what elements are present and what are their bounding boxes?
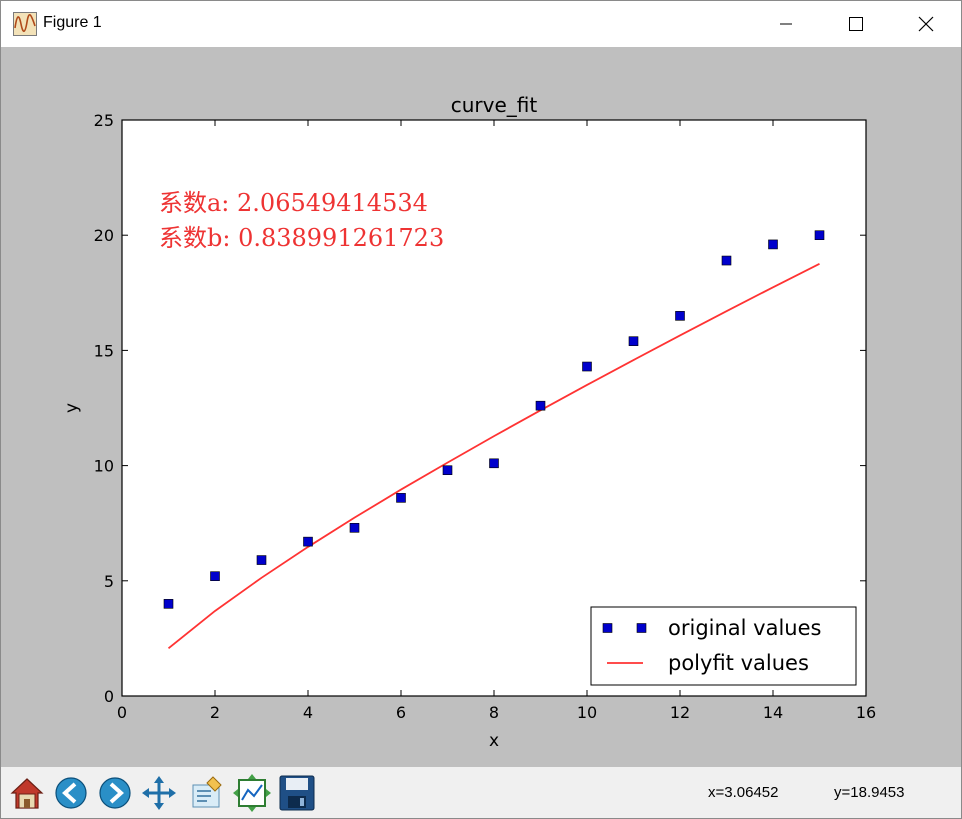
x-tick-label: 4: [303, 703, 313, 722]
data-point: [768, 239, 778, 250]
minimize-icon: [780, 23, 792, 25]
data-point: [582, 361, 592, 372]
home-icon: [10, 778, 44, 809]
figure-window: Figure 1 0 2 4 6 8 10 12 14 16 0 5 10 15 20 25 curve_fi…: [0, 0, 962, 819]
data-point: [814, 230, 825, 240]
plot-svg[interactable]: 0 2 4 6 8 10 12 14 16 0 5 10 15 20 25 curve_fitx y 系数a: 2…: [1, 47, 961, 767]
x-tick-label: 2: [210, 703, 220, 722]
data-point: [396, 493, 406, 503]
maximize-button[interactable]: [821, 1, 891, 47]
y-tick-label: 15: [94, 341, 114, 360]
legend-marker: [636, 623, 647, 633]
legend-label: polyfit values: [668, 651, 809, 675]
forward-button[interactable]: [95, 772, 135, 814]
data-point: [256, 555, 267, 565]
save-button[interactable]: [277, 772, 317, 814]
y-axis-label: y: [62, 403, 82, 413]
coefficient-annotation: 系数a: 2.06549414534: [159, 189, 428, 217]
data-point: [489, 458, 499, 469]
x-tick-label: 14: [763, 703, 783, 722]
coefficient-annotation: 系数b: 0.838991261723: [159, 224, 444, 252]
subplots-icon: [233, 774, 271, 812]
x-axis-label: x: [489, 731, 499, 751]
x-tick-label: 8: [489, 703, 499, 722]
title-bar[interactable]: Figure 1: [1, 1, 961, 47]
pan-button[interactable]: [139, 772, 179, 814]
data-point: [210, 571, 220, 581]
data-point: [535, 400, 546, 411]
x-tick-label: 10: [577, 703, 597, 722]
x-tick-label: 6: [396, 703, 406, 722]
zoom-rect-icon: [192, 776, 222, 808]
save-icon: [279, 775, 315, 811]
pan-icon: [142, 776, 176, 810]
data-point: [675, 311, 685, 321]
legend-marker: [602, 623, 613, 633]
legend-label: original values: [668, 616, 821, 640]
matplotlib-app-icon: [13, 12, 37, 36]
forward-icon: [99, 777, 131, 809]
figure-canvas[interactable]: 0 2 4 6 8 10 12 14 16 0 5 10 15 20 25 curve_fitx y 系数a: 2…: [1, 47, 961, 767]
x-tick-label: 16: [856, 703, 876, 722]
navigation-toolbar: x=3.06452 y=18.9453: [1, 767, 961, 818]
x-tick-label: 0: [117, 703, 127, 722]
data-point: [628, 336, 639, 346]
x-tick-label: 12: [670, 703, 690, 722]
maximize-icon: [849, 17, 863, 31]
data-point: [721, 255, 732, 266]
back-button[interactable]: [51, 772, 91, 814]
close-icon: [918, 16, 934, 32]
data-point: [349, 523, 360, 533]
y-coordinate-readout: y=18.9453: [834, 784, 905, 801]
minimize-button[interactable]: [751, 1, 821, 47]
data-point: [442, 465, 453, 476]
back-icon: [55, 777, 87, 809]
home-button[interactable]: [7, 772, 47, 814]
zoom-rect-button[interactable]: [187, 772, 227, 814]
y-tick-label: 5: [104, 572, 114, 591]
chart-title: curve_fit: [451, 93, 538, 117]
y-tick-label: 20: [94, 226, 114, 245]
data-point: [163, 599, 174, 609]
y-tick-label: 10: [94, 457, 114, 476]
subplots-button[interactable]: [232, 772, 272, 814]
y-tick-label: 0: [104, 687, 114, 706]
data-point: [303, 536, 313, 547]
y-tick-label: 25: [94, 111, 114, 130]
x-coordinate-readout: x=3.06452: [708, 784, 779, 801]
window-title: Figure 1: [43, 14, 102, 31]
close-button[interactable]: [891, 1, 961, 47]
